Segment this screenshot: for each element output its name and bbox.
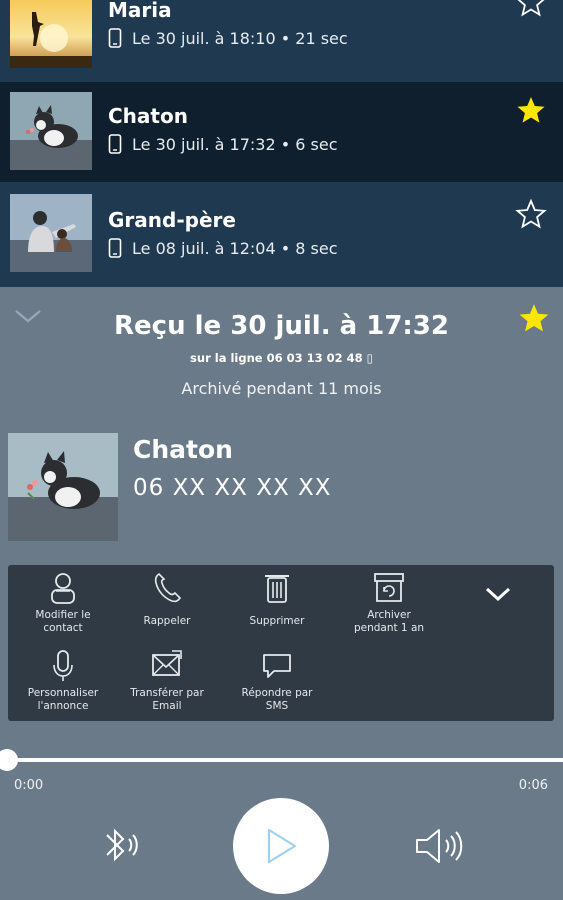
contact-name: Maria — [108, 0, 172, 22]
reply-sms-button[interactable]: Répondre par SMS — [222, 649, 332, 713]
forward-email-button[interactable]: Transférer par Email — [112, 649, 222, 713]
mobile-icon — [108, 134, 122, 154]
sms-icon — [263, 654, 291, 678]
callback-button[interactable]: Rappeler — [112, 571, 222, 628]
call-list: Maria Le 30 juil. à 18:10 • 21 sec Chato… — [0, 0, 563, 287]
speaker-icon[interactable] — [413, 826, 469, 866]
star-outline-icon[interactable] — [515, 0, 547, 18]
contact-photo-grandfather — [10, 194, 92, 272]
microphone-icon — [53, 650, 73, 681]
call-meta-text: Le 30 juil. à 17:32 • 6 sec — [132, 134, 338, 154]
mobile-icon — [108, 238, 122, 258]
customize-greeting-button[interactable]: Personnaliser l'annonce — [8, 649, 118, 713]
action-label: Personnaliser l'annonce — [27, 687, 99, 712]
action-label: Transférer par Email — [130, 687, 204, 712]
action-label: Modifier le contact — [35, 609, 91, 634]
contact-photo-sunset — [10, 0, 92, 68]
phone-icon — [154, 572, 182, 603]
star-outline-icon[interactable] — [515, 198, 547, 230]
message-detail: Reçu le 30 juil. à 17:32 sur la ligne 06… — [0, 287, 563, 900]
elapsed-time: 0:00 — [14, 778, 44, 793]
list-item[interactable]: Grand-père Le 08 juil. à 12:04 • 8 sec — [0, 186, 563, 286]
trash-icon — [265, 575, 289, 603]
contact-name: Chaton — [108, 104, 188, 128]
list-item-selected[interactable]: Chaton Le 30 juil. à 17:32 • 6 sec — [0, 82, 563, 182]
play-button[interactable] — [233, 798, 329, 894]
contact-name: Grand-père — [108, 208, 236, 232]
call-meta: Le 30 juil. à 17:32 • 6 sec — [108, 134, 338, 154]
call-meta-text: Le 08 juil. à 12:04 • 8 sec — [132, 238, 338, 258]
delete-button[interactable]: Supprimer — [222, 571, 332, 628]
mobile-icon — [108, 28, 122, 48]
progress-track[interactable] — [0, 758, 563, 762]
contact-name: Chaton — [133, 435, 233, 464]
bluetooth-icon[interactable] — [97, 825, 141, 865]
action-label: Répondre par SMS — [241, 687, 313, 712]
contact-icon — [51, 573, 75, 604]
email-forward-icon — [152, 650, 182, 676]
star-filled-icon[interactable] — [515, 94, 547, 126]
archive-button[interactable]: Archiver pendant 1 an — [334, 571, 444, 635]
call-meta: Le 30 juil. à 18:10 • 21 sec — [108, 28, 348, 48]
progress-handle[interactable] — [0, 749, 18, 771]
contact-photo-kitten — [10, 92, 92, 170]
call-meta-text: Le 30 juil. à 18:10 • 21 sec — [132, 28, 348, 48]
actions-panel: Modifier le contact Rappeler Supprimer A… — [8, 565, 554, 721]
edit-contact-button[interactable]: Modifier le contact — [8, 571, 118, 635]
contact-number: 06 XX XX XX XX — [133, 475, 332, 501]
call-meta: Le 08 juil. à 12:04 • 8 sec — [108, 238, 338, 258]
total-time: 0:06 — [518, 778, 548, 793]
action-label: Supprimer — [249, 615, 305, 627]
action-label: Rappeler — [143, 615, 191, 627]
archive-icon — [374, 573, 404, 602]
action-label: Archiver pendant 1 an — [353, 609, 425, 634]
contact-photo-kitten — [8, 433, 118, 541]
archive-duration: Archivé pendant 11 mois — [181, 379, 382, 398]
chevron-down-icon[interactable] — [484, 585, 512, 603]
play-icon — [267, 828, 297, 864]
list-item[interactable]: Maria Le 30 juil. à 18:10 • 21 sec — [0, 0, 563, 78]
line-number: sur la ligne 06 03 13 02 48 ▯ — [190, 351, 373, 365]
received-title: Reçu le 30 juil. à 17:32 — [114, 311, 449, 341]
